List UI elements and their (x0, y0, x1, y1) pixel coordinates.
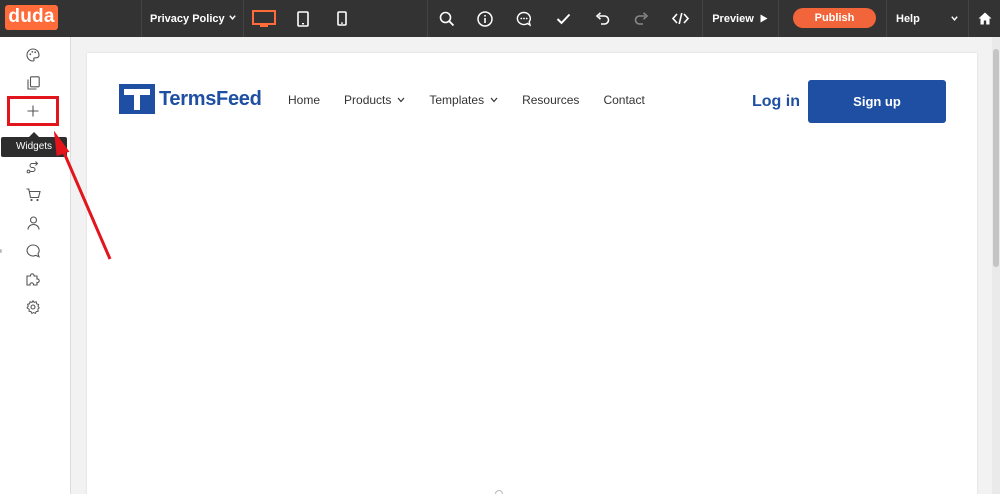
members-button[interactable] (22, 213, 44, 233)
login-link[interactable]: Log in (752, 93, 800, 111)
cart-icon (26, 188, 41, 202)
chevron-down-icon (490, 97, 498, 103)
code-icon (671, 12, 689, 25)
nav-label: Templates (429, 93, 485, 107)
canvas-resize-handle[interactable] (495, 490, 503, 494)
play-icon (760, 14, 768, 23)
search-button[interactable] (428, 0, 466, 37)
mobile-icon (337, 11, 347, 26)
nav-home[interactable]: Home (288, 93, 320, 107)
divider (968, 0, 969, 37)
nav-resources[interactable]: Resources (522, 93, 579, 107)
undo-button[interactable] (583, 0, 621, 37)
scroll-thumb[interactable] (993, 49, 999, 267)
info-icon (477, 10, 493, 27)
apps-button[interactable] (22, 269, 44, 289)
desktop-view-button[interactable] (245, 0, 283, 37)
vertical-scrollbar[interactable] (992, 37, 1000, 494)
tablet-view-button[interactable] (284, 0, 322, 37)
comments-button[interactable] (505, 0, 543, 37)
resize-handle[interactable] (0, 249, 2, 253)
chat-icon (26, 244, 40, 258)
chat-button[interactable] (22, 241, 44, 261)
pages-button[interactable] (22, 73, 44, 93)
help-menu[interactable]: Help (888, 0, 965, 37)
mobile-view-button[interactable] (323, 0, 361, 37)
nav-label: Products (344, 93, 392, 107)
connections-button[interactable] (22, 157, 44, 177)
route-icon (26, 161, 39, 174)
redo-button[interactable] (622, 0, 660, 37)
nav-label: Home (288, 93, 321, 107)
preview-label: Preview (712, 12, 754, 25)
nav-templates[interactable]: Templates (429, 93, 498, 107)
left-sidebar: Widgets (0, 37, 71, 494)
nav-products[interactable]: Products (344, 93, 405, 107)
chevron-down-icon (951, 16, 958, 21)
divider (243, 0, 244, 37)
home-icon (978, 12, 992, 25)
ecommerce-button[interactable] (22, 185, 44, 205)
signup-button[interactable]: Sign up (808, 80, 946, 123)
divider (778, 0, 779, 37)
gear-icon (26, 300, 40, 314)
divider (886, 0, 887, 37)
top-toolbar: duda Privacy Policy Preview Publish Help (0, 0, 1000, 37)
approve-button[interactable] (544, 0, 582, 37)
pages-icon (26, 76, 40, 90)
home-button[interactable] (970, 0, 1000, 37)
redo-icon (634, 12, 648, 25)
page-name: Privacy Policy (150, 12, 225, 25)
brand-name: TermsFeed (159, 87, 262, 110)
site-nav: Home Products Templates Resources Contac… (288, 93, 669, 107)
widgets-tooltip: Widgets (1, 132, 67, 157)
annotation-highlight (7, 96, 59, 126)
palette-icon (26, 48, 40, 62)
divider (702, 0, 703, 37)
tablet-icon (297, 10, 309, 27)
checkmark-icon (556, 13, 570, 24)
site-page[interactable]: TermsFeed Home Products Templates Resour… (87, 53, 977, 494)
publish-button[interactable]: Publish (793, 8, 876, 28)
termsfeed-logo[interactable]: TermsFeed (119, 84, 262, 114)
chevron-down-icon (397, 97, 405, 103)
preview-button[interactable]: Preview (704, 0, 776, 37)
design-button[interactable] (22, 45, 44, 65)
comment-icon (516, 11, 532, 26)
code-editor-button[interactable] (661, 0, 699, 37)
desktop-icon (252, 9, 276, 27)
user-icon (26, 216, 40, 230)
settings-button[interactable] (22, 297, 44, 317)
page-selector[interactable]: Privacy Policy (142, 0, 243, 37)
duda-logo[interactable]: duda (5, 5, 58, 30)
info-button[interactable] (466, 0, 504, 37)
logo-mark (119, 84, 155, 114)
nav-contact[interactable]: Contact (603, 93, 644, 107)
editor-canvas: TermsFeed Home Products Templates Resour… (71, 37, 992, 494)
nav-label: Resources (522, 93, 580, 107)
help-label: Help (896, 12, 920, 25)
undo-icon (595, 12, 609, 25)
nav-label: Contact (603, 93, 645, 107)
puzzle-icon (26, 273, 40, 286)
chevron-down-icon (229, 15, 236, 20)
search-icon (439, 11, 455, 26)
